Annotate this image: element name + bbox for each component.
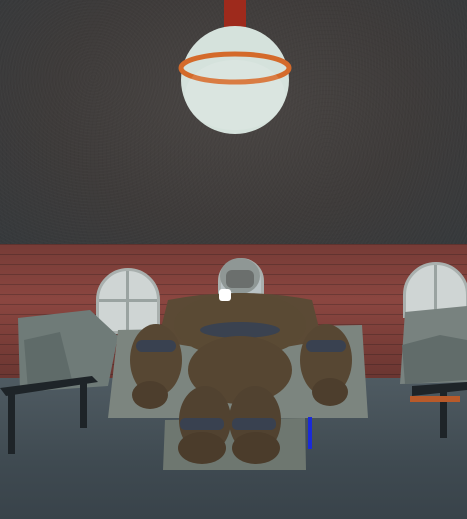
crosshair-icon (219, 289, 231, 301)
mech-character (130, 258, 352, 464)
game-viewport[interactable] (0, 0, 467, 519)
scene-objects (0, 258, 467, 470)
right-table (410, 382, 467, 438)
meter-icon (308, 417, 312, 449)
left-table (0, 376, 98, 454)
